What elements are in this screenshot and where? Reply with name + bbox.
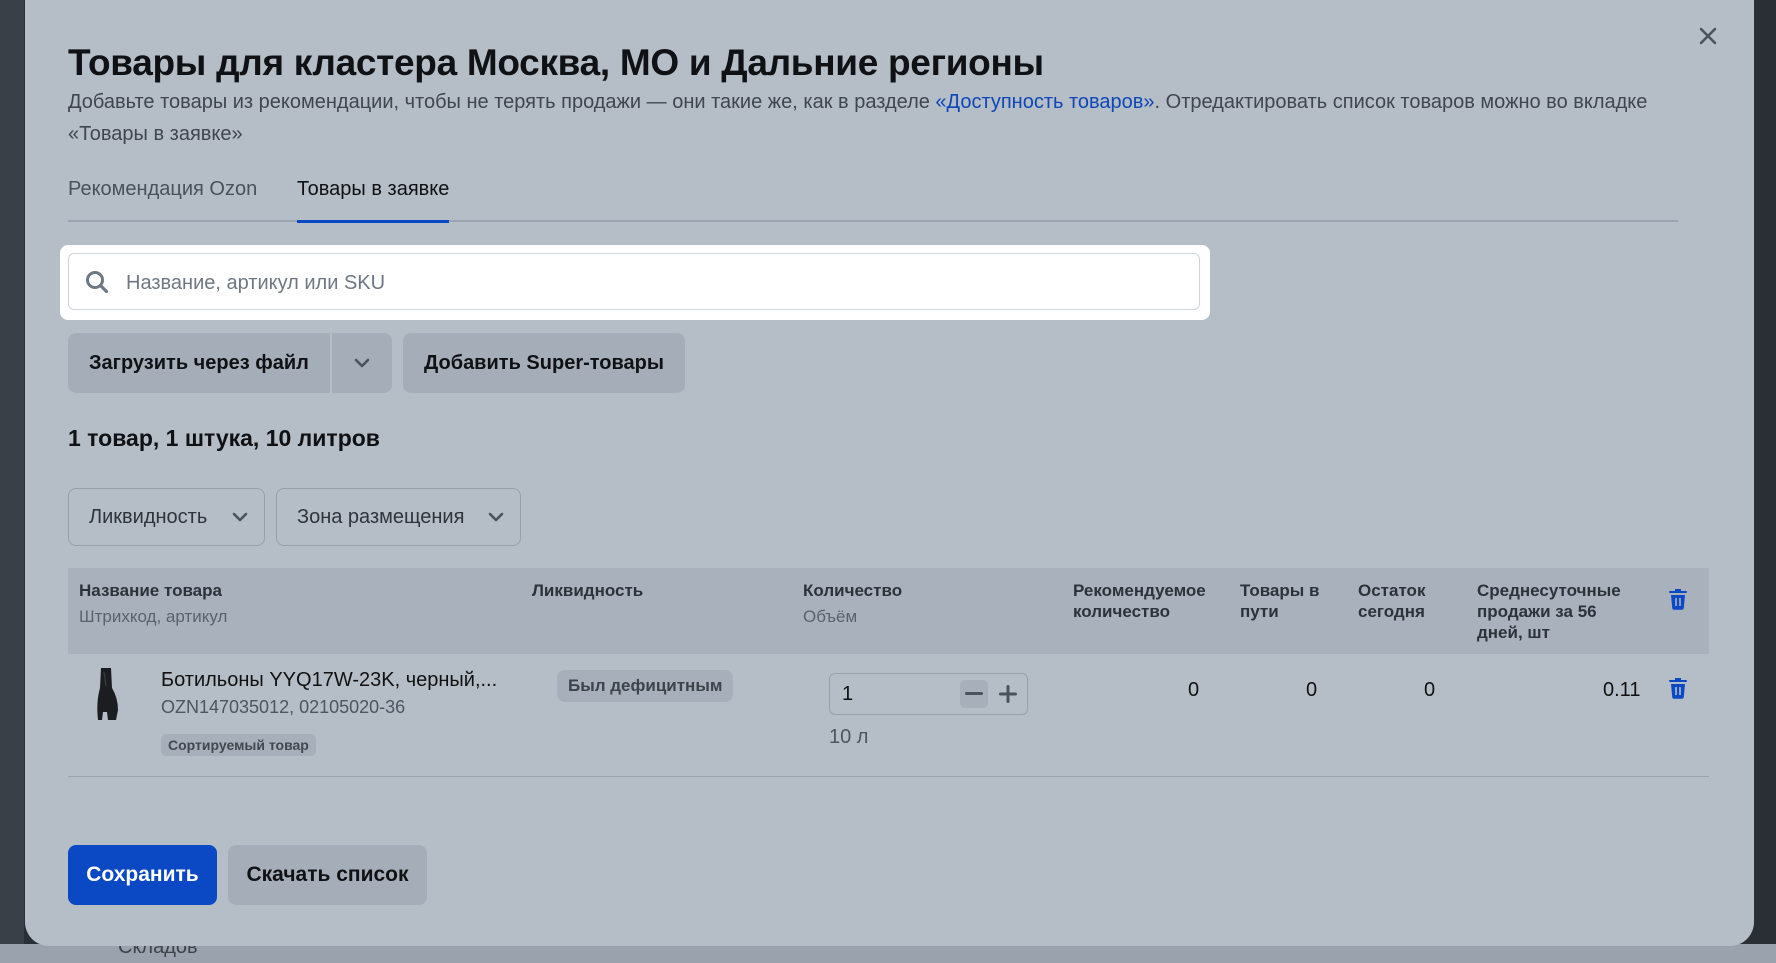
modal-description: Добавьте товары из рекомендации, чтобы н… (68, 86, 1648, 150)
col-product-name: Название товара Штрихкод, артикул (79, 580, 227, 627)
avg-sales-value: 0.11 (1603, 679, 1641, 701)
search-input[interactable] (124, 264, 1178, 302)
modal-title: Товары для кластера Москва, МО и Дальние… (68, 42, 1044, 83)
download-list-button[interactable]: Скачать список (228, 845, 427, 905)
decrement-button[interactable] (960, 680, 988, 708)
sortable-badge: Сортируемый товар (161, 734, 316, 756)
liquidity-badge: Был дефицитным (557, 670, 734, 702)
search-field[interactable] (68, 253, 1200, 310)
trash-icon[interactable] (1668, 677, 1688, 699)
col-quantity-label: Количество (803, 581, 903, 600)
table-row: Ботильоны YYQ17W-23K, черный,... OZN1470… (68, 654, 1709, 777)
col-stock-today: Остаток сегодня (1358, 581, 1426, 621)
search-highlight (60, 245, 1210, 320)
col-quantity-sub: Объём (803, 607, 858, 626)
upload-file-button[interactable]: Загрузить через файл (68, 333, 330, 393)
items-summary: 1 товар, 1 штука, 10 литров (68, 425, 380, 451)
col-avg-sales: Среднесуточные продажи за 56 дней, шт (1477, 580, 1632, 643)
modal-dialog: Товары для кластера Москва, МО и Дальние… (25, 0, 1754, 946)
add-super-items-button[interactable]: Добавить Super-товары (403, 333, 685, 393)
stock-today-qty: 0 (1424, 679, 1436, 701)
quantity-value[interactable]: 1 (842, 683, 853, 706)
tab-items-in-request[interactable]: Товары в заявке (297, 178, 450, 223)
quantity-stepper[interactable]: 1 (829, 673, 1028, 715)
save-button[interactable]: Сохранить (68, 845, 217, 905)
in-transit-qty: 0 (1306, 679, 1318, 701)
col-recommended: Рекомендуемое количество (1073, 581, 1206, 621)
col-in-transit: Товары в пути (1240, 581, 1320, 621)
liquidity-filter[interactable]: Ликвидность (68, 488, 265, 546)
table-header: Название товара Штрихкод, артикул Ликвид… (68, 568, 1709, 654)
recommended-qty: 0 (1188, 679, 1200, 701)
background-sidebar (0, 0, 24, 963)
tab-bar: Рекомендация Ozon Товары в заявке (68, 172, 1678, 223)
tab-ozon-recommendation[interactable]: Рекомендация Ozon (68, 178, 257, 220)
chevron-down-icon (488, 512, 504, 522)
product-thumbnail (97, 668, 118, 720)
col-avg-sales-label: Среднесуточные продажи (1477, 581, 1621, 621)
minus-icon (965, 692, 983, 695)
volume-value: 10 л (829, 726, 869, 748)
chevron-down-icon (232, 512, 248, 522)
col-quantity: Количество Объём (803, 580, 902, 627)
background-page: Складов (0, 936, 1776, 963)
product-codes: OZN147035012, 02105020-36 (161, 697, 406, 717)
upload-options-button[interactable] (332, 333, 392, 393)
close-icon (1699, 27, 1717, 45)
product-name-link[interactable]: Ботильоны YYQ17W-23K, черный,... (161, 669, 521, 692)
col-product-name-label: Название товара (79, 581, 222, 600)
close-button[interactable] (1690, 18, 1726, 54)
increment-button[interactable] (994, 680, 1022, 708)
placement-zone-filter[interactable]: Зона размещения (276, 488, 521, 546)
chevron-down-icon (354, 358, 370, 368)
plus-icon (999, 685, 1017, 703)
search-icon (86, 271, 109, 294)
availability-link[interactable]: «Доступность товаров» (935, 91, 1154, 113)
description-text: Добавьте товары из рекомендации, чтобы н… (68, 91, 936, 113)
placement-zone-filter-label: Зона размещения (297, 505, 465, 528)
liquidity-filter-label: Ликвидность (89, 505, 208, 528)
delete-all-icon[interactable] (1668, 588, 1688, 610)
col-liquidity: Ликвидность (532, 581, 644, 600)
col-product-name-sub: Штрихкод, артикул (79, 607, 228, 626)
